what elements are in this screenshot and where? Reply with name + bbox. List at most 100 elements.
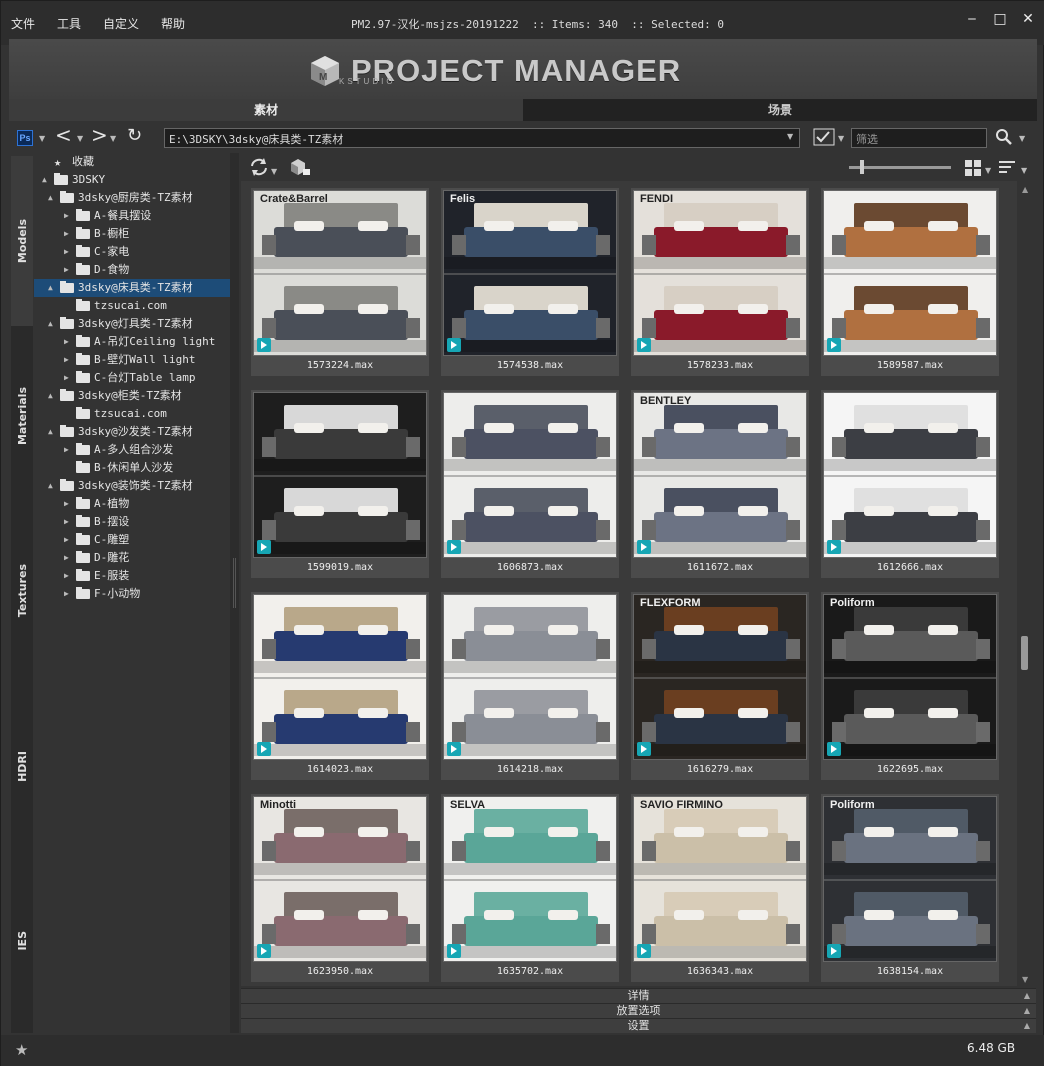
- settings-panel[interactable]: 设置 ▲: [241, 1018, 1036, 1033]
- collapse-arrow-icon[interactable]: ▲: [48, 189, 53, 207]
- asset-card[interactable]: 1612666.max: [821, 390, 999, 578]
- forward-icon[interactable]: >: [91, 125, 108, 145]
- close-icon[interactable]: ✕: [1021, 11, 1035, 27]
- window-controls: ‒ □ ✕: [965, 11, 1035, 27]
- grid-view-icon[interactable]: [965, 160, 981, 176]
- expand-icon[interactable]: ▲: [1024, 989, 1030, 1003]
- expand-icon[interactable]: ▲: [1024, 1004, 1030, 1018]
- collapse-arrow-icon[interactable]: ▲: [48, 315, 53, 333]
- tree-item-label: tzsucai.com: [94, 299, 167, 312]
- path-input[interactable]: E:\3DSKY\3dsky@床具类-TZ素材: [164, 128, 800, 148]
- scrollbar-thumb[interactable]: [1021, 636, 1028, 670]
- expand-arrow-icon[interactable]: ▶: [64, 441, 69, 459]
- collapse-arrow-icon[interactable]: ▲: [48, 279, 53, 297]
- back-icon[interactable]: <: [55, 125, 72, 145]
- star-icon[interactable]: ★: [15, 1041, 28, 1059]
- scroll-down-icon[interactable]: ▼: [1022, 975, 1028, 984]
- expand-arrow-icon[interactable]: ▶: [64, 549, 69, 567]
- asset-card[interactable]: Felis 1574538.max: [441, 188, 619, 376]
- asset-card[interactable]: 1606873.max: [441, 390, 619, 578]
- grid-scrollbar[interactable]: ▲ ▼: [1017, 181, 1036, 986]
- tree-item-label: 3dsky@柜类-TZ素材: [78, 389, 182, 402]
- asset-card[interactable]: 1589587.max: [821, 188, 999, 376]
- menu-file[interactable]: 文件: [11, 15, 35, 32]
- filter-mode-dropdown-icon[interactable]: ▼: [838, 134, 844, 143]
- sort-dropdown-icon[interactable]: ▼: [1021, 166, 1027, 175]
- expand-arrow-icon[interactable]: ▶: [64, 351, 69, 369]
- menu-help[interactable]: 帮助: [161, 15, 185, 32]
- tab-scenes[interactable]: 场景: [523, 99, 1037, 121]
- expand-arrow-icon[interactable]: ▶: [64, 243, 69, 261]
- asset-card[interactable]: Poliform 1638154.max: [821, 794, 999, 982]
- tab-models[interactable]: Models: [11, 156, 33, 326]
- path-dropdown-icon[interactable]: ▼: [787, 132, 793, 141]
- expand-arrow-icon[interactable]: ▶: [64, 513, 69, 531]
- asset-card[interactable]: SELVA 1635702.max: [441, 794, 619, 982]
- collapse-arrow-icon[interactable]: ▲: [48, 387, 53, 405]
- collapse-arrow-icon[interactable]: ▲: [48, 423, 53, 441]
- minimize-icon[interactable]: ‒: [965, 11, 979, 27]
- folder-icon: [76, 569, 90, 581]
- tree-item-label: tzsucai.com: [94, 407, 167, 420]
- filter-input[interactable]: 筛选: [851, 128, 987, 148]
- asset-card[interactable]: BENTLEY 1611672.max: [631, 390, 809, 578]
- search-dropdown-icon[interactable]: ▼: [1019, 134, 1025, 143]
- sync-dropdown-icon[interactable]: ▼: [271, 167, 277, 176]
- expand-arrow-icon[interactable]: ▶: [64, 333, 69, 351]
- menu-customize[interactable]: 自定义: [103, 15, 139, 32]
- thumbnail-size-slider[interactable]: [849, 166, 951, 169]
- expand-arrow-icon[interactable]: ▶: [64, 531, 69, 549]
- asset-card[interactable]: FENDI 1578233.max: [631, 188, 809, 376]
- tab-textures[interactable]: Textures: [11, 506, 33, 676]
- expand-arrow-icon[interactable]: ▶: [64, 495, 69, 513]
- settings-panel-label: 设置: [627, 1019, 650, 1032]
- panel-splitter[interactable]: [230, 153, 239, 1033]
- scroll-up-icon[interactable]: ▲: [1022, 185, 1028, 194]
- expand-arrow-icon[interactable]: ▶: [64, 585, 69, 603]
- ps-dropdown-icon[interactable]: ▼: [39, 134, 45, 143]
- details-panel[interactable]: 详情 ▲: [241, 988, 1036, 1003]
- collapse-arrow-icon[interactable]: ▲: [48, 477, 53, 495]
- expand-arrow-icon[interactable]: ▶: [64, 225, 69, 243]
- maximize-icon[interactable]: □: [993, 11, 1007, 27]
- expand-arrow-icon[interactable]: ▶: [64, 261, 69, 279]
- expand-icon[interactable]: ▲: [1024, 1019, 1030, 1033]
- photoshop-icon[interactable]: Ps: [17, 130, 33, 146]
- 3dsmax-file-icon: [257, 742, 271, 756]
- sort-icon[interactable]: [999, 160, 1017, 176]
- tab-ies[interactable]: IES: [11, 856, 33, 1026]
- checklist-icon[interactable]: [813, 128, 835, 146]
- sync-icon[interactable]: [249, 157, 269, 177]
- splitter-grip[interactable]: [233, 558, 236, 608]
- asset-card[interactable]: SAVIO FIRMINO 1636343.max: [631, 794, 809, 982]
- asset-card[interactable]: 1599019.max: [251, 390, 429, 578]
- cube-icon[interactable]: [289, 157, 311, 177]
- slider-handle[interactable]: [860, 160, 864, 174]
- placement-panel[interactable]: 放置选项 ▲: [241, 1003, 1036, 1018]
- tree-item[interactable]: ▲ 3dsky@床具类-TZ素材: [34, 279, 230, 297]
- asset-card[interactable]: Poliform 1622695.max: [821, 592, 999, 780]
- asset-card[interactable]: 1614218.max: [441, 592, 619, 780]
- back-dropdown-icon[interactable]: ▼: [77, 134, 83, 143]
- asset-card[interactable]: 1614023.max: [251, 592, 429, 780]
- asset-card[interactable]: FLEXFORM 1616279.max: [631, 592, 809, 780]
- tree-item-label: C-家电: [94, 245, 130, 258]
- bed-render-image: [824, 797, 996, 961]
- menu-tools[interactable]: 工具: [57, 15, 81, 32]
- tab-assets[interactable]: 素材: [9, 99, 523, 121]
- tab-materials[interactable]: Materials: [11, 331, 33, 501]
- search-icon[interactable]: [995, 128, 1013, 146]
- asset-card[interactable]: Crate&Barrel 1573224.max: [251, 188, 429, 376]
- asset-filename: 1573224.max: [306, 360, 374, 371]
- svg-text:M: M: [319, 72, 327, 83]
- expand-arrow-icon[interactable]: ▶: [64, 369, 69, 387]
- view-dropdown-icon[interactable]: ▼: [985, 166, 991, 175]
- collapse-arrow-icon[interactable]: ▲: [42, 171, 47, 189]
- tab-hdri[interactable]: HDRI: [11, 681, 33, 851]
- folder-icon: [76, 443, 90, 455]
- forward-dropdown-icon[interactable]: ▼: [110, 134, 116, 143]
- expand-arrow-icon[interactable]: ▶: [64, 207, 69, 225]
- refresh-icon[interactable]: ↻: [127, 126, 142, 146]
- expand-arrow-icon[interactable]: ▶: [64, 567, 69, 585]
- asset-card[interactable]: Minotti 1623950.max: [251, 794, 429, 982]
